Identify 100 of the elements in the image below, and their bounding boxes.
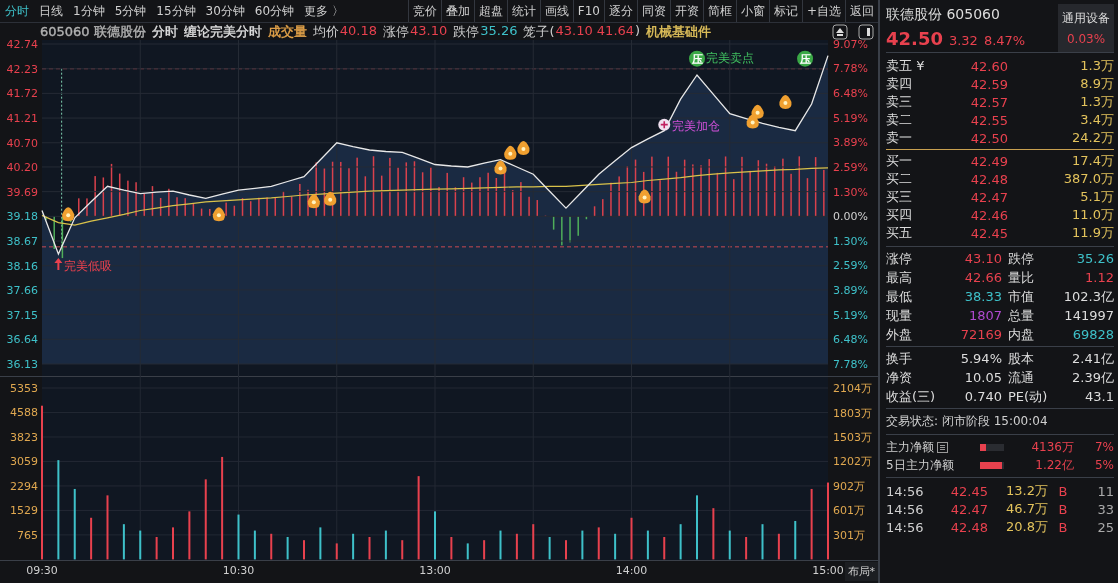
level-label: 买二 (886, 170, 913, 188)
info-label: ) (635, 22, 641, 40)
axis-label: 1202万 (833, 455, 872, 469)
level-volume: 1.3万 (1079, 57, 1114, 75)
level-volume: 387.0万 (1062, 170, 1114, 188)
level-volume: 17.4万 (1071, 152, 1114, 170)
volume-bar (597, 527, 600, 560)
stat-value: 42.66 (963, 270, 1002, 285)
axis-label: 5353 (10, 382, 38, 395)
level-label: 卖三 (886, 93, 913, 111)
period-tab[interactable]: 5分钟 (109, 0, 152, 22)
axis-label: 40.70 (6, 136, 38, 150)
period-tab[interactable]: 1分钟 (68, 0, 110, 22)
trade-price: 42.45 (949, 483, 988, 499)
axis-label: 2104万 (833, 382, 872, 395)
volume-bar (73, 488, 76, 560)
info-text: 605060 联德股份 (40, 22, 146, 41)
period-tab[interactable]: 15分钟 (151, 0, 201, 22)
trade-time: 14:56 (886, 519, 925, 535)
period-tab[interactable]: 30分钟 (200, 0, 250, 22)
trade-volume: 20.8万 (1005, 518, 1048, 536)
axis-label: 2.59% (833, 161, 868, 175)
stat-label: 外盘 (886, 325, 913, 344)
volume-bar (663, 537, 666, 560)
axis-label: 5.19% (833, 308, 868, 322)
level-label: 买五 (886, 224, 913, 242)
arrow-up-icon[interactable] (832, 23, 848, 40)
sector-card[interactable]: 通用设备 0.03% (1058, 4, 1114, 52)
volume-bar (139, 530, 142, 560)
axis-label: 3059 (10, 455, 38, 469)
trade-volume: 46.7万 (1005, 500, 1048, 518)
volume-bar (712, 508, 715, 560)
toolbar-button[interactable]: F10 (572, 0, 604, 22)
axis-label: 14:00 (615, 564, 648, 577)
money-bag-icon (504, 145, 517, 160)
info-value: 40.18 (339, 22, 377, 40)
period-tab[interactable]: 更多 〉 (299, 0, 349, 22)
axis-label: 39.69 (6, 185, 38, 199)
axis-label: 601万 (833, 504, 865, 518)
trade-count: 33 (1096, 501, 1114, 517)
toolbar-button[interactable]: 返回 (845, 0, 878, 22)
money-bag-icon (307, 194, 320, 209)
volume-bar (155, 537, 158, 560)
stat-label: PE(动) (1007, 387, 1049, 406)
arrow-up-icon (54, 258, 63, 271)
toolbar-button[interactable]: 画线 (539, 0, 573, 22)
stat-label: 内盘 (1007, 325, 1035, 344)
flow-label: 5日主力净额 (886, 456, 954, 474)
toolbar-button[interactable]: 竞价 (407, 0, 441, 22)
money-bag-icon (779, 95, 792, 110)
money-bag-icon (494, 160, 507, 175)
signal-label: 完美低吸 (64, 259, 113, 274)
toolbar-button[interactable]: 同资 (636, 0, 670, 22)
toolbar-button[interactable]: 统计 (506, 0, 540, 22)
trade-volume: 13.2万 (1005, 482, 1048, 500)
trade-side: B (1057, 501, 1069, 517)
toolbar-button[interactable]: +自选 (801, 0, 845, 22)
axis-label: 1.30% (833, 234, 868, 248)
toolbar-button[interactable]: 超盘 (473, 0, 507, 22)
axis-label: 1.30% (833, 185, 868, 199)
period-tab[interactable]: 日线 (34, 0, 68, 22)
info-text: 分时 (151, 22, 178, 41)
toolbar-button[interactable]: 简框 (702, 0, 736, 22)
last-price: 42.50 (886, 28, 943, 49)
layout-button[interactable]: 布局* (844, 562, 878, 581)
axis-label: 41.72 (6, 87, 38, 101)
list-icon[interactable] (937, 441, 948, 453)
trade-count: 11 (1096, 483, 1114, 499)
toolbar-button[interactable]: 逐分 (603, 0, 637, 22)
level-volume: 3.4万 (1079, 111, 1114, 129)
level-price: 42.48 (969, 171, 1008, 187)
toolbar-button[interactable]: 叠加 (440, 0, 474, 22)
axis-label: 1803万 (833, 406, 872, 420)
flow-percent: 7% (1093, 440, 1114, 454)
period-tab[interactable]: 分时 (0, 0, 34, 22)
stat-label: 换手 (886, 349, 913, 368)
panel-icon[interactable] (858, 23, 874, 40)
toolbar-button[interactable]: 小窗 (735, 0, 769, 22)
level-volume: 8.9万 (1079, 75, 1114, 93)
stat-value: 2.39亿 (1071, 368, 1114, 387)
stat-label: 股本 (1007, 349, 1035, 368)
axis-label: 3.89% (833, 136, 868, 150)
axis-label: 09:30 (26, 564, 58, 577)
axis-label: 0.00% (833, 210, 868, 224)
toolbar-button[interactable]: 标记 (768, 0, 802, 22)
percent-change: 8.47% (983, 33, 1026, 48)
volume-bar (483, 540, 486, 560)
info-label: 均价 (312, 22, 339, 41)
info-value: 43.10 (410, 22, 448, 40)
stat-value: 102.3亿 (1062, 287, 1114, 306)
level-price: 42.49 (969, 153, 1008, 169)
axis-label: 6.48% (833, 333, 868, 347)
volume-bar (646, 530, 649, 560)
level-label: 卖五 ¥ (886, 57, 926, 75)
level-volume: 1.3万 (1079, 93, 1114, 111)
money-bag-icon (62, 207, 75, 222)
toolbar-button[interactable]: 开资 (669, 0, 703, 22)
info-text: 成交量 (267, 22, 307, 41)
period-tab[interactable]: 60分钟 (249, 0, 300, 22)
volume-bar (761, 524, 764, 560)
